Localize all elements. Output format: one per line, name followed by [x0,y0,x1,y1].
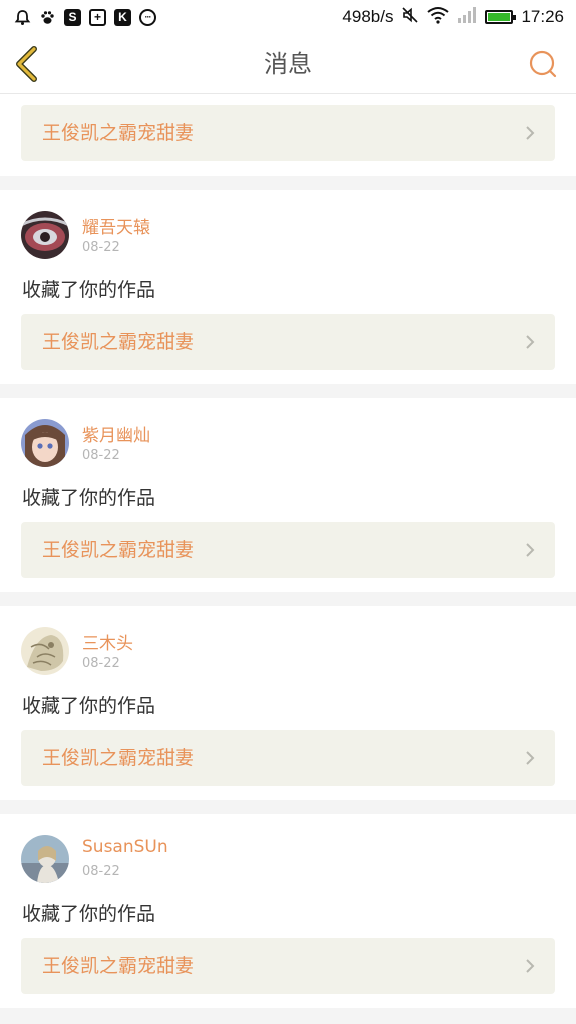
list-item: SusanSUn 08-22 收藏了你的作品 王俊凯之霸宠甜妻 [0,814,576,1008]
username[interactable]: 耀吾天辕 [82,213,150,238]
work-title: 王俊凯之霸宠甜妻 [42,955,195,977]
date: 08-22 [82,240,120,255]
work-link[interactable]: 王俊凯之霸宠甜妻 [21,522,555,578]
status-left-icons: S + K ··· [14,8,156,26]
avatar[interactable] [21,419,69,467]
action-text: 收藏了你的作品 [22,279,156,301]
search-icon [529,50,557,78]
mute-icon [401,6,419,29]
battery-icon [485,10,517,24]
action-text: 收藏了你的作品 [22,903,156,925]
alarm-icon [14,9,31,26]
avatar[interactable] [21,627,69,675]
date: 08-22 [82,864,120,879]
chevron-right-icon [526,543,535,557]
work-title: 王俊凯之霸宠甜妻 [42,747,195,769]
username[interactable]: SusanSUn [82,837,168,857]
s-app-icon: S [64,8,81,26]
wifi-icon [427,6,450,29]
page-title: 消息 [264,50,312,78]
work-title: 王俊凯之霸宠甜妻 [42,331,195,353]
chevron-right-icon [526,959,535,973]
chevron-right-icon [526,126,535,140]
chevron-right-icon [526,335,535,349]
nav-bar: 消息 [0,34,576,94]
work-link[interactable]: 王俊凯之霸宠甜妻 [21,314,555,370]
work-title: 王俊凯之霸宠甜妻 [42,122,195,144]
signal-icon [457,6,477,29]
work-link[interactable]: 王俊凯之霸宠甜妻 [21,105,555,161]
plus-app-icon: + [89,8,106,26]
action-text: 收藏了你的作品 [22,695,156,717]
battery-level [488,13,511,21]
avatar[interactable] [21,211,69,259]
status-right: 498b/s 17:26 [342,6,564,29]
username[interactable]: 紫月幽灿 [82,421,150,446]
username[interactable]: 三木头 [82,629,133,654]
avatar[interactable] [21,835,69,883]
date: 08-22 [82,656,120,671]
work-link[interactable]: 王俊凯之霸宠甜妻 [21,730,555,786]
search-button[interactable] [528,49,558,79]
action-text: 收藏了你的作品 [22,487,156,509]
status-bar: S + K ··· 498b/s 17:26 [0,0,576,34]
list-item: 耀吾天辕 08-22 收藏了你的作品 王俊凯之霸宠甜妻 [0,190,576,384]
network-speed: 498b/s [342,7,394,26]
work-link[interactable]: 王俊凯之霸宠甜妻 [21,938,555,994]
list-item: 三木头 08-22 收藏了你的作品 王俊凯之霸宠甜妻 [0,606,576,800]
more-dots-icon: ··· [139,8,156,26]
baidu-paw-icon [39,9,56,26]
work-title: 王俊凯之霸宠甜妻 [42,539,195,561]
list-item: 王俊凯之霸宠甜妻 [0,94,576,176]
k-app-icon: K [114,8,131,26]
list-item: 紫月幽灿 08-22 收藏了你的作品 王俊凯之霸宠甜妻 [0,398,576,592]
chevron-right-icon [526,751,535,765]
clock: 17:26 [521,7,564,26]
date: 08-22 [82,448,120,463]
message-list: 王俊凯之霸宠甜妻 耀吾天辕 08-22 收藏了你的作品 王俊凯之霸宠甜妻 紫月幽… [0,94,576,1008]
